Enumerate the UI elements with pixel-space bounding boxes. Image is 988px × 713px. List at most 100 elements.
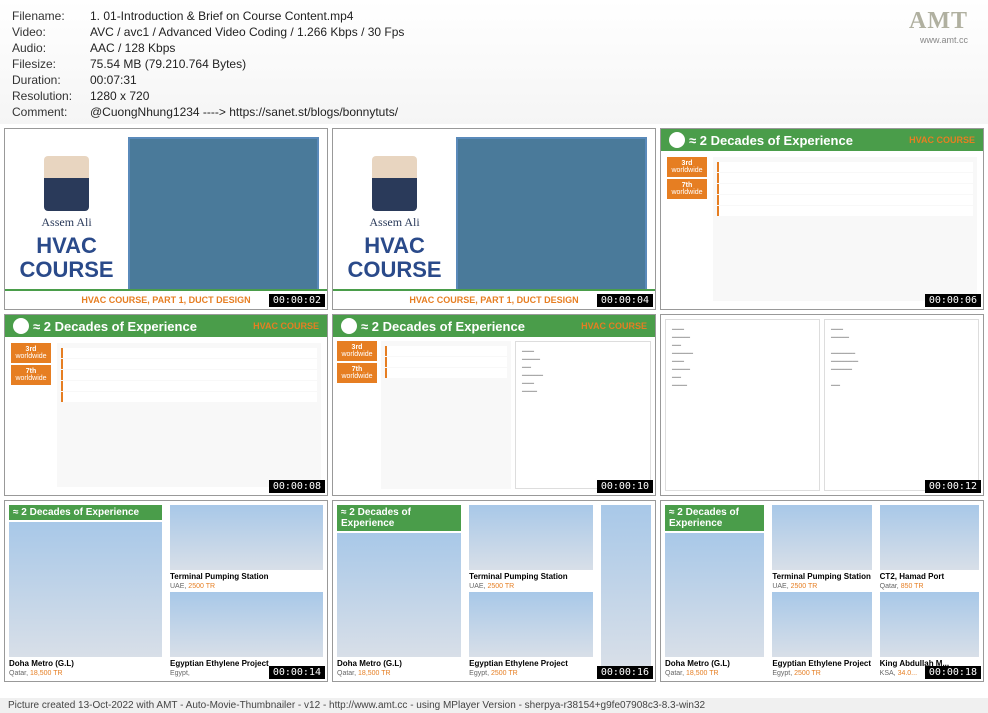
label-audio: Audio: (12, 40, 90, 56)
value-audio: AAC / 128 Kbps (90, 40, 175, 56)
value-duration: 00:07:31 (90, 72, 137, 88)
project-name: CT2, Hamad Port (880, 572, 979, 581)
rank-badge-2: 7thworldwide (11, 365, 51, 385)
project-name: Egyptian Ethylene Project (469, 659, 593, 668)
value-filesize: 75.54 MB (79.210.764 Bytes) (90, 56, 246, 72)
project-location: Qatar, 18,500 TR (337, 670, 461, 677)
presenter-name: Assem Ali (369, 215, 419, 230)
timestamp: 00:00:10 (597, 480, 653, 493)
project-location: Egypt, 2500 TR (772, 670, 871, 677)
slide-heading: ≈ 2 Decades of Experience (33, 319, 197, 334)
timestamp: 00:00:04 (597, 294, 653, 307)
rank-badge-2: 7thworldwide (337, 363, 377, 383)
certificate-list (713, 157, 977, 301)
rank-badge-2: 7thworldwide (667, 179, 707, 199)
timestamp: 00:00:16 (597, 666, 653, 679)
project-name: Terminal Pumping Station (772, 572, 871, 581)
metadata-header: Filename:1. 01-Introduction & Brief on C… (0, 0, 988, 124)
slide-heading: ≈ 2 Decades of Experience (689, 133, 853, 148)
certificate-list (57, 343, 321, 487)
project-image (880, 592, 979, 657)
rank-badge-1: 3rdworldwide (337, 341, 377, 361)
project-name: Terminal Pumping Station (469, 572, 593, 581)
company-logo-icon (341, 318, 357, 334)
project-location: UAE, 2500 TR (170, 583, 323, 590)
project-image (772, 505, 871, 570)
value-comment: @CuongNhung1234 ----> https://sanet.st/b… (90, 104, 398, 120)
label-video: Video: (12, 24, 90, 40)
project-image (170, 505, 323, 570)
project-name: Doha Metro (G.L) (665, 659, 764, 668)
company-logo-icon (669, 132, 685, 148)
thumbnail-grid: Assem Ali HVACCOURSE HVAC COURSE, PART 1… (0, 124, 988, 686)
value-filename: 1. 01-Introduction & Brief on Course Con… (90, 8, 353, 24)
project-name: Terminal Pumping Station (170, 572, 323, 581)
project-name: Egyptian Ethylene Project (772, 659, 871, 668)
timestamp: 00:00:08 (269, 480, 325, 493)
project-name: Doha Metro (G.L) (9, 659, 162, 668)
project-image (880, 505, 979, 570)
label-comment: Comment: (12, 104, 90, 120)
timestamp: 00:00:18 (925, 666, 981, 679)
footer-text: Picture created 13-Oct-2022 with AMT - A… (0, 698, 988, 713)
project-location: UAE, 2500 TR (469, 583, 593, 590)
thumbnail-3: ≈ 2 Decades of Experience HVAC COURSE 3rd… (660, 128, 984, 310)
timestamp: 00:00:14 (269, 666, 325, 679)
thumbnail-8: ≈ 2 Decades of Experience Doha Metro (G.… (332, 500, 656, 682)
timestamp: 00:00:12 (925, 480, 981, 493)
slide-heading: ≈ 2 Decades of Experience (361, 319, 525, 334)
label-filesize: Filesize: (12, 56, 90, 72)
thumbnail-1: Assem Ali HVACCOURSE HVAC COURSE, PART 1… (4, 128, 328, 310)
hvac-badge: HVAC COURSE (581, 321, 647, 331)
logo-url: www.amt.cc (909, 35, 968, 45)
project-location: Egypt, 2500 TR (469, 670, 593, 677)
exp-header: ≈ 2 Decades of Experience (9, 505, 162, 520)
presenter-avatar (372, 156, 417, 211)
course-title: HVACCOURSE (347, 234, 441, 282)
project-image (601, 505, 651, 666)
project-image (469, 592, 593, 657)
logo-text: AMT (909, 8, 968, 35)
company-logo-icon (13, 318, 29, 334)
document-page-2: ━━━━━━━━━━━━━━━━━━━━━━━━━━━━━━━━━━━━━ (824, 319, 979, 491)
thumbnail-7: ≈ 2 Decades of Experience Doha Metro (G.… (4, 500, 328, 682)
label-duration: Duration: (12, 72, 90, 88)
info-block: Filename:1. 01-Introduction & Brief on C… (12, 8, 909, 120)
document-page-1: ━━━━━━━━━━━━━━━━━━━━━━━━━━━━━━━━━━━━━━ (665, 319, 820, 491)
building-diagram (128, 137, 319, 301)
timestamp: 00:00:06 (925, 294, 981, 307)
label-resolution: Resolution: (12, 88, 90, 104)
project-image (665, 533, 764, 657)
thumbnail-9: ≈ 2 Decades of Experience Doha Metro (G.… (660, 500, 984, 682)
rank-badge-1: 3rdworldwide (667, 157, 707, 177)
hvac-badge: HVAC COURSE (253, 321, 319, 331)
thumbnail-5: ≈ 2 Decades of Experience HVAC COURSE 3rd… (332, 314, 656, 496)
thumbnail-6: ━━━━━━━━━━━━━━━━━━━━━━━━━━━━━━━━━━━━━━ ━… (660, 314, 984, 496)
document-page: ━━━━━━━━━━━━━━━━━━━━━━━━━━━━━ (515, 341, 651, 489)
project-image (337, 533, 461, 657)
project-location: Qatar, 18,500 TR (665, 670, 764, 677)
value-video: AVC / avc1 / Advanced Video Coding / 1.2… (90, 24, 404, 40)
label-filename: Filename: (12, 8, 90, 24)
rank-badge-1: 3rdworldwide (11, 343, 51, 363)
hvac-badge: HVAC COURSE (909, 135, 975, 145)
exp-header: ≈ 2 Decades of Experience (337, 505, 461, 531)
project-name: Doha Metro (G.L) (337, 659, 461, 668)
timestamp: 00:00:02 (269, 294, 325, 307)
thumbnail-4: ≈ 2 Decades of Experience HVAC COURSE 3rd… (4, 314, 328, 496)
certificate-list (381, 341, 511, 489)
project-image (469, 505, 593, 570)
amt-logo: AMT www.amt.cc (909, 8, 976, 120)
exp-header: ≈ 2 Decades of Experience (665, 505, 764, 531)
project-image (772, 592, 871, 657)
project-location: Qatar, 18,500 TR (9, 670, 162, 677)
building-diagram (456, 137, 647, 301)
project-image (9, 522, 162, 657)
project-location: UAE, 2500 TR (772, 583, 871, 590)
presenter-avatar (44, 156, 89, 211)
presenter-name: Assem Ali (41, 215, 91, 230)
project-image (170, 592, 323, 657)
project-location: Qatar, 850 TR (880, 583, 979, 590)
value-resolution: 1280 x 720 (90, 88, 149, 104)
course-title: HVACCOURSE (19, 234, 113, 282)
